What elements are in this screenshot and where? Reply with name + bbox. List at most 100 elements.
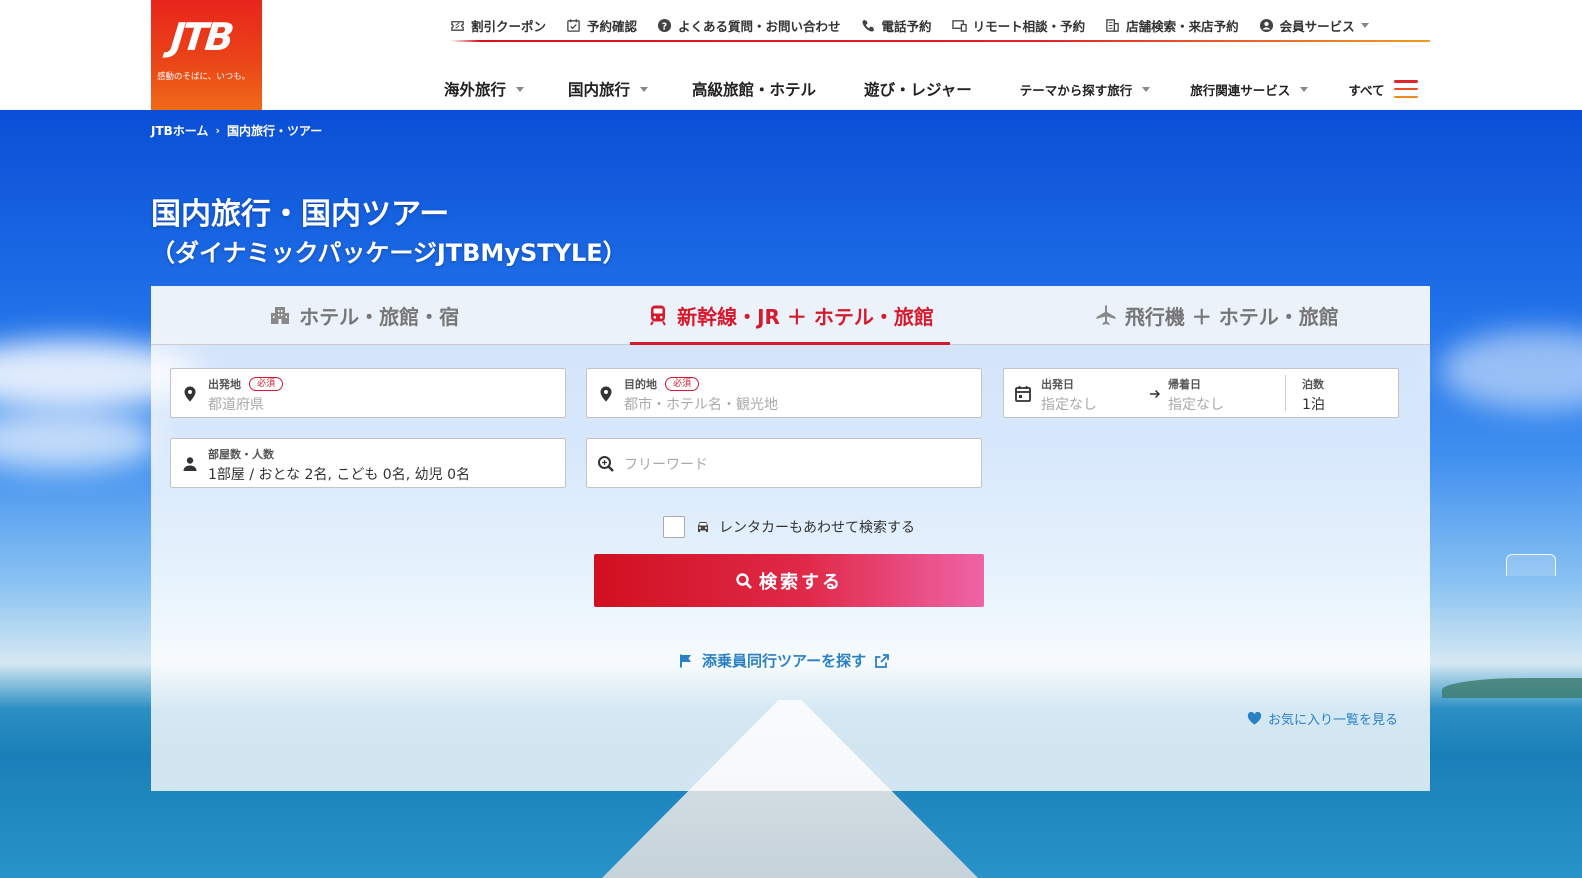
gnav-luxury[interactable]: 高級旅館・ホテル xyxy=(692,78,816,100)
search-button[interactable]: 検索する xyxy=(594,554,984,607)
required-badge: 必須 xyxy=(665,377,700,391)
chevron-down-icon xyxy=(640,86,649,92)
search-icon xyxy=(598,456,614,472)
freeword-field[interactable]: フリーワード xyxy=(586,438,982,488)
conductor-tour-label: 添乗員同行ツアーを探す xyxy=(702,652,867,670)
building-icon xyxy=(1106,18,1119,32)
gnav-leisure[interactable]: 遊び・レジャー xyxy=(864,78,972,100)
hamburger-icon xyxy=(1394,80,1419,98)
nights-value: 1泊 xyxy=(1302,397,1325,413)
breadcrumb: JTBホーム › 国内旅行・ツアー xyxy=(151,122,322,139)
destination-field[interactable]: 目的地 必須 都市・ホテル名・観光地 xyxy=(586,368,982,418)
floating-side-tab[interactable] xyxy=(1506,554,1556,576)
gnav-services[interactable]: 旅行関連サービス xyxy=(1190,80,1309,99)
guests-label: 部屋数・人数 xyxy=(208,448,274,461)
departure-placeholder: 都道府県 xyxy=(208,397,264,413)
tab-hotel[interactable]: ホテル・旅館・宿 xyxy=(151,286,577,344)
tab-shinkansen-hotel[interactable]: 新幹線・JR ＋ ホテル・旅館 xyxy=(577,286,1003,344)
search-button-label: 検索する xyxy=(759,571,843,592)
site-header: JTB 感動のそばに、いつも。 割引クーポン 予約確認 ? よくある質問・お問い… xyxy=(0,0,1582,110)
heart-icon xyxy=(1247,711,1262,725)
utility-divider xyxy=(450,40,1430,42)
favorites-label: お気に入り一覧を見る xyxy=(1267,713,1398,728)
gnav-all-label: すべて xyxy=(1348,82,1385,98)
util-store-search[interactable]: 店舗検索・来店予約 xyxy=(1105,16,1239,35)
gnav-luxury-label: 高級旅館・ホテル xyxy=(692,81,817,99)
airplane-icon xyxy=(1096,305,1116,325)
depart-date-label: 出発日 xyxy=(1041,378,1074,391)
gnav-overseas-label: 海外旅行 xyxy=(444,81,507,99)
page-subtitle: （ダイナミックパッケージJTBMySTYLE） xyxy=(151,239,627,267)
return-date-value: 指定なし xyxy=(1168,397,1224,413)
rental-car-checkbox[interactable] xyxy=(663,516,685,538)
departure-label: 出発地 必須 xyxy=(208,376,284,392)
tab-airplane-hotel[interactable]: 飛行機 ＋ ホテル・旅館 xyxy=(1004,286,1430,344)
gnav-services-label: 旅行関連サービス xyxy=(1190,82,1291,98)
phone-icon xyxy=(861,19,874,32)
logo-tagline: 感動のそばに、いつも。 xyxy=(157,72,251,82)
calendar-check-icon xyxy=(567,18,580,32)
global-nav: 海外旅行 国内旅行 高級旅館・ホテル 遊び・レジャー テーマから探す旅行 旅行関… xyxy=(444,78,1419,100)
rental-car-option[interactable]: レンタカーもあわせて検索する xyxy=(663,516,915,538)
departure-field[interactable]: 出発地 必須 都道府県 xyxy=(170,368,566,418)
guests-field[interactable]: 部屋数・人数 1部屋 / おとな 2名, こども 0名, 幼児 0名 xyxy=(170,438,566,488)
chevron-right-icon: › xyxy=(215,124,220,137)
util-coupon-label: 割引クーポン xyxy=(471,18,547,34)
gnav-domestic-label: 国内旅行 xyxy=(568,81,631,99)
util-member-label: 会員サービス xyxy=(1279,18,1355,34)
breadcrumb-home[interactable]: JTBホーム xyxy=(151,122,208,139)
favorites-link[interactable]: お気に入り一覧を見る xyxy=(1247,709,1398,728)
map-pin-icon xyxy=(184,386,196,402)
chevron-down-icon xyxy=(1360,22,1369,28)
hero-section: JTBホーム › 国内旅行・ツアー 国内旅行・国内ツアー （ダイナミックパッケー… xyxy=(0,110,1582,878)
car-icon xyxy=(698,522,708,532)
gnav-domestic[interactable]: 国内旅行 xyxy=(568,78,649,100)
external-link-icon xyxy=(875,653,890,668)
tab-airplane-label: 飛行機 ＋ ホテル・旅館 xyxy=(1124,304,1339,329)
destination-label: 目的地 必須 xyxy=(624,376,700,392)
train-icon xyxy=(650,305,666,326)
remote-icon xyxy=(951,19,967,32)
date-field[interactable]: 出発日 指定なし 帰着日 指定なし 泊数 1泊 xyxy=(1003,368,1399,418)
jtb-logo[interactable]: JTB 感動のそばに、いつも。 xyxy=(151,0,262,110)
question-icon: ? xyxy=(657,18,672,32)
rental-car-label: レンタカーもあわせて検索する xyxy=(719,520,915,536)
person-icon xyxy=(183,457,197,471)
logo-mark: JTB xyxy=(168,15,234,59)
chevron-down-icon xyxy=(1142,86,1151,92)
user-circle-icon xyxy=(1259,18,1273,32)
util-member[interactable]: 会員サービス xyxy=(1259,16,1369,35)
hero-cloud xyxy=(1440,330,1582,410)
gnav-theme[interactable]: テーマから探す旅行 xyxy=(1020,80,1151,99)
utility-nav: 割引クーポン 予約確認 ? よくある質問・お問い合わせ 電話予約 リモート相談・… xyxy=(450,14,1430,36)
destination-placeholder: 都市・ホテル名・観光地 xyxy=(624,397,778,413)
departure-label-text: 出発地 xyxy=(208,378,241,391)
required-badge: 必須 xyxy=(249,377,284,391)
util-faq-label: よくある質問・お問い合わせ xyxy=(678,18,841,34)
conductor-tour-link[interactable]: 添乗員同行ツアーを探す xyxy=(678,650,890,671)
date-divider xyxy=(1285,375,1286,411)
hero-cloud xyxy=(0,410,160,470)
svg-text:?: ? xyxy=(662,21,667,32)
util-coupon[interactable]: 割引クーポン xyxy=(450,16,546,35)
arrow-right-icon xyxy=(1150,389,1161,399)
map-pin-icon xyxy=(600,386,612,402)
util-phone-label: 電話予約 xyxy=(881,18,932,34)
depart-date-value: 指定なし xyxy=(1041,397,1097,413)
page-title: 国内旅行・国内ツアー xyxy=(151,197,450,232)
util-faq[interactable]: ? よくある質問・お問い合わせ xyxy=(657,16,841,35)
util-remote[interactable]: リモート相談・予約 xyxy=(951,16,1085,35)
util-reservation-check[interactable]: 予約確認 xyxy=(566,16,637,35)
coupon-icon xyxy=(451,20,464,31)
util-phone[interactable]: 電話予約 xyxy=(861,16,932,35)
gnav-theme-label: テーマから探す旅行 xyxy=(1019,82,1133,98)
search-panel: ホテル・旅館・宿 新幹線・JR ＋ ホテル・旅館 飛行機 ＋ ホテル・旅館 出発… xyxy=(151,286,1430,791)
gnav-overseas[interactable]: 海外旅行 xyxy=(444,78,525,100)
gnav-all[interactable]: すべて xyxy=(1348,80,1419,99)
freeword-placeholder: フリーワード xyxy=(624,457,708,473)
gnav-leisure-label: 遊び・レジャー xyxy=(864,81,972,99)
search-tabs: ホテル・旅館・宿 新幹線・JR ＋ ホテル・旅館 飛行機 ＋ ホテル・旅館 xyxy=(151,286,1430,345)
hero-island xyxy=(1442,678,1582,698)
util-store-label: 店舗検索・来店予約 xyxy=(1126,18,1239,34)
hotel-icon xyxy=(271,307,290,324)
